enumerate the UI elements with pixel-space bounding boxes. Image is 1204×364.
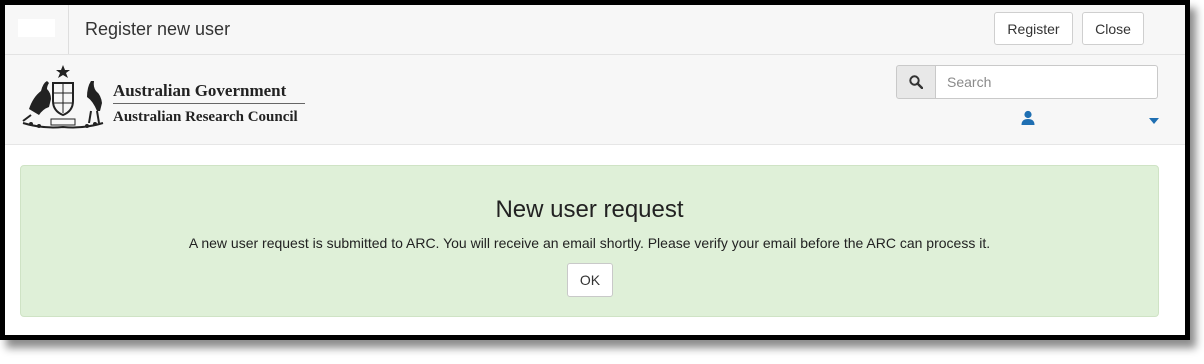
title-bar: Register new user Register Close	[5, 5, 1185, 55]
app-window: Register new user Register Close Austral…	[0, 0, 1190, 340]
register-button[interactable]: Register	[994, 12, 1073, 45]
site-header: Australian Government Australian Researc…	[5, 55, 1185, 145]
search-input[interactable]	[935, 65, 1158, 99]
success-alert: New user request A new user request is s…	[20, 165, 1159, 317]
alert-message: A new user request is submitted to ARC. …	[188, 235, 991, 251]
title-bar-blank-area	[18, 19, 55, 37]
search-icon	[909, 75, 923, 89]
logo-council-text: Australian Research Council	[113, 109, 298, 125]
page-title: Register new user	[85, 19, 231, 39]
ok-button[interactable]: OK	[567, 263, 613, 297]
logo-divider	[113, 103, 305, 104]
user-icon[interactable]	[1020, 110, 1036, 126]
search-button[interactable]	[896, 65, 936, 99]
close-button[interactable]: Close	[1082, 12, 1144, 45]
title-bar-left-panel	[5, 5, 69, 54]
logo-government-text: Australian Government	[113, 81, 287, 100]
search-bar	[896, 65, 1158, 99]
alert-heading: New user request	[495, 196, 684, 223]
caret-down-icon[interactable]	[1149, 118, 1159, 124]
coat-of-arms-icon	[22, 65, 104, 129]
